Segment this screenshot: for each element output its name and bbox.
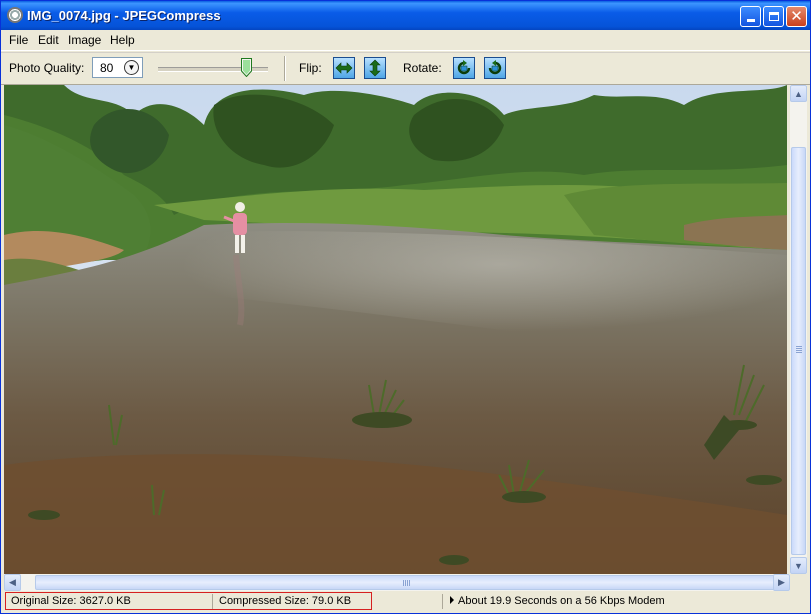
maximize-button[interactable] [763, 6, 784, 27]
horizontal-scroll-thumb[interactable] [35, 575, 778, 590]
toolbar: Photo Quality: 80 ▼ Flip: Rotate: [1, 52, 810, 85]
photo-quality-label: Photo Quality: [9, 61, 85, 75]
compressed-size: Compressed Size: 79.0 KB [219, 595, 352, 607]
menu-edit[interactable]: Edit [38, 33, 59, 47]
grip-icon [403, 580, 411, 586]
quality-slider-thumb[interactable] [240, 58, 252, 77]
close-icon: ✕ [790, 7, 803, 25]
chevron-down-icon[interactable]: ▼ [124, 60, 139, 75]
horizontal-scrollbar[interactable]: ◀ ▶ [4, 574, 790, 591]
close-button[interactable]: ✕ [786, 6, 807, 27]
image-viewer[interactable] [4, 85, 787, 574]
app-window: IMG_0074.jpg - JPEGCompress ✕ File Edit … [0, 0, 811, 614]
camera-aperture-icon[interactable] [7, 7, 23, 23]
quality-slider-track[interactable] [158, 67, 268, 72]
maximize-icon [768, 12, 779, 21]
window-title: IMG_0074.jpg - JPEGCompress [27, 8, 221, 23]
scroll-right-icon[interactable]: ▶ [773, 574, 790, 591]
original-size: Original Size: 3627.0 KB [11, 595, 131, 607]
rotate-right-button[interactable] [484, 57, 506, 79]
download-estimate: About 19.9 Seconds on a 56 Kbps Modem [458, 595, 665, 607]
flip-horizontal-button[interactable] [333, 57, 355, 79]
status-bar: Original Size: 3627.0 KB Compressed Size… [1, 591, 810, 613]
grip-icon [796, 346, 802, 354]
rotate-left-button[interactable] [453, 57, 475, 79]
play-arrow-icon [450, 596, 454, 604]
rotate-right-icon [488, 60, 502, 75]
rotate-label: Rotate: [403, 61, 442, 75]
photo-quality-value: 80 [100, 61, 114, 75]
photo-river-scene [4, 85, 787, 574]
toolbar-separator [284, 56, 286, 81]
vertical-scroll-thumb[interactable] [791, 147, 806, 555]
menu-bar: File Edit Image Help [1, 30, 810, 51]
minimize-button[interactable] [740, 6, 761, 27]
rotate-left-icon [457, 60, 471, 75]
status-divider [442, 594, 443, 609]
scroll-down-icon[interactable]: ▼ [790, 557, 807, 574]
status-divider [212, 594, 213, 609]
flip-vertical-icon [369, 59, 381, 77]
flip-horizontal-icon [335, 62, 353, 74]
scroll-up-icon[interactable]: ▲ [790, 85, 807, 102]
scroll-left-icon[interactable]: ◀ [4, 574, 21, 591]
menu-help[interactable]: Help [110, 33, 135, 47]
flip-vertical-button[interactable] [364, 57, 386, 79]
photo-quality-select[interactable]: 80 ▼ [92, 57, 143, 78]
menu-file[interactable]: File [9, 33, 28, 47]
vertical-scrollbar[interactable]: ▲ ▼ [790, 85, 807, 574]
title-bar[interactable]: IMG_0074.jpg - JPEGCompress ✕ [1, 1, 810, 30]
flip-label: Flip: [299, 61, 322, 75]
menu-image[interactable]: Image [68, 33, 101, 47]
minimize-icon [746, 19, 755, 22]
